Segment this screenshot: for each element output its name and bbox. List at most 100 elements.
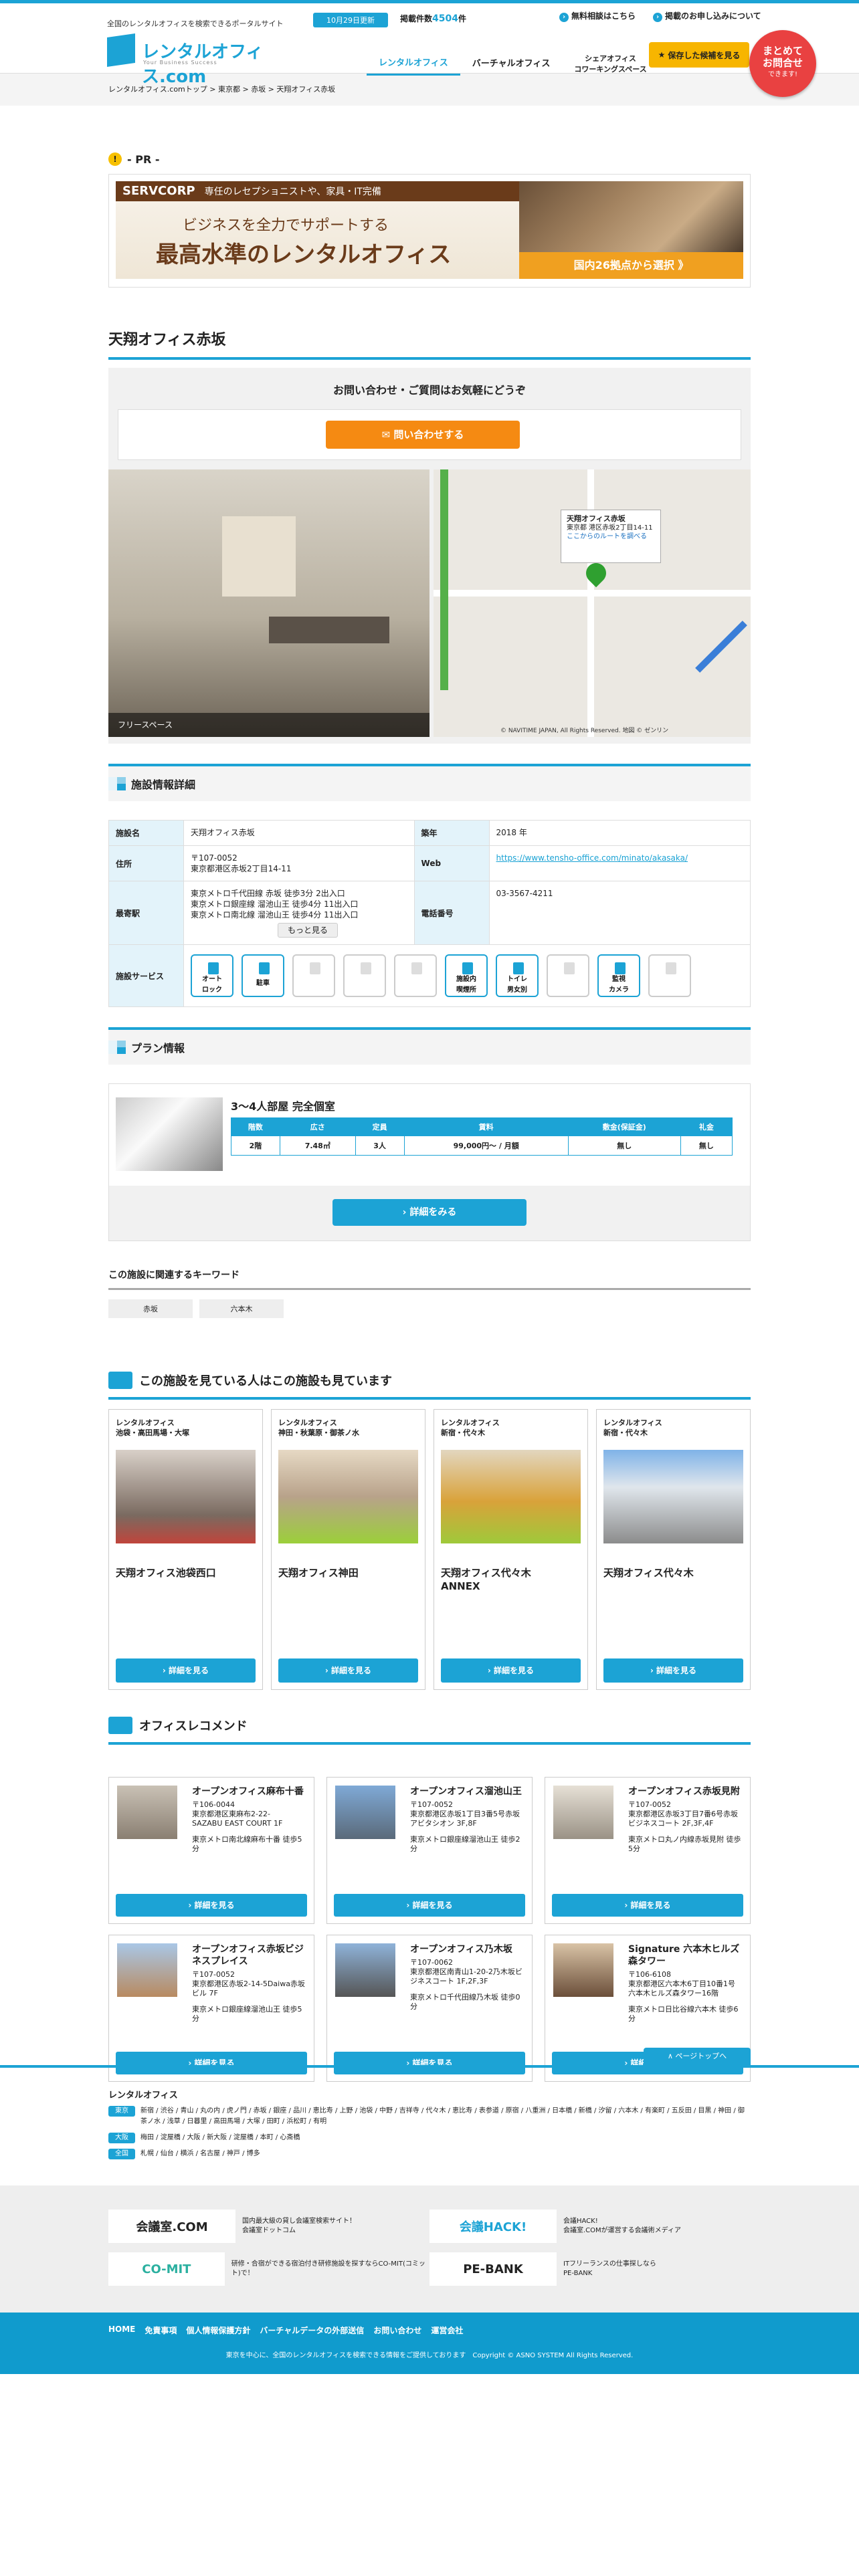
banner-cta[interactable]: 国内26拠点から選択 》 bbox=[519, 252, 743, 279]
partner-banner[interactable]: 会議室.COM 国内最大級の貸し会議室検索サイト！ 会議室ドットコム bbox=[108, 2210, 430, 2243]
keyword-chip[interactable]: 赤坂 bbox=[108, 1299, 193, 1318]
td-web: https://www.tensho-office.com/minato/aka… bbox=[488, 845, 751, 881]
footer-areas: レンタルオフィス 東京 新宿 / 渋谷 / 青山 / 丸の内 / 虎ノ門 / 赤坂… bbox=[108, 2068, 751, 2159]
smoking-room-icon: 施設内 喫煙所 bbox=[445, 954, 488, 997]
partner-text: 会議HACK! 会議室.COMが運営する会議術メディア bbox=[563, 2218, 681, 2234]
top-links: 無料相談はこちら 掲載のお申し込みについて bbox=[559, 10, 761, 22]
also-title: この施設を見ている人はこの施設も見ています bbox=[139, 1374, 392, 1388]
plan-detail-button[interactable]: › 詳細をみる bbox=[332, 1199, 527, 1226]
footer-nav: HOME 免責事項 個人情報保護方針 バーチャルデータの外部送信 お問い合わせ 運営会社 … bbox=[0, 2313, 859, 2374]
rec-station: 東京メトロ丸ノ内線赤坂見附 徒歩5分 bbox=[628, 1835, 741, 1853]
recommend-card[interactable]: オープンオフィス麻布十番 〒106-0044 東京都港区東麻布2-22- SAZAB… bbox=[108, 1777, 314, 1924]
map-addr: 東京都 港区赤坂2丁目14-11 bbox=[567, 524, 653, 532]
nav-rental-office[interactable]: レンタルオフィス bbox=[367, 53, 460, 76]
td-services: オート ロック 駐車 施設内 喫煙所 トイレ 男女別 監視 カメラ bbox=[183, 944, 751, 1007]
recommend-grid: オープンオフィス麻布十番 〒106-0044 東京都港区東麻布2-22- SAZAB… bbox=[108, 1777, 751, 2082]
inquiry-button[interactable]: ✉ 問い合わせする bbox=[326, 421, 520, 449]
bulk-inquiry-button[interactable]: まとめて お問合せ できます! bbox=[749, 30, 816, 97]
partner-text: 研修・合宿ができる宿泊付き研修施設を探すならCO-MIT(コミット)で！ bbox=[231, 2260, 425, 2277]
facility-photo[interactable]: フリースペース bbox=[108, 469, 430, 737]
card-detail-button[interactable]: › 詳細を見る bbox=[116, 1658, 256, 1683]
map-route-link[interactable]: ここからのルートを調べる bbox=[567, 532, 655, 541]
breadcrumb[interactable]: レンタルオフィス.comトップ > 東京都 > 赤坂 > 天翔オフィス赤坂 bbox=[108, 74, 751, 106]
facility-card[interactable]: レンタルオフィス 新宿・代々木 天翔オフィス代々木 ANNEX › 詳細を見る bbox=[434, 1409, 588, 1690]
plan-foot: › 詳細をみる bbox=[109, 1186, 750, 1241]
partner-banner[interactable]: CO-MIT 研修・合宿ができる宿泊付き研修施設を探すならCO-MIT(コミット)… bbox=[108, 2252, 430, 2286]
facility-card[interactable]: レンタルオフィス 新宿・代々木 天翔オフィス代々木 › 詳細を見る bbox=[596, 1409, 751, 1690]
recommend-card[interactable]: オープンオフィス赤坂見附 〒107-0052 東京都港区赤坂3丁目7番6号赤坂ビジネ… bbox=[545, 1777, 751, 1924]
chevron-right-icon: › bbox=[324, 1666, 332, 1675]
partner-text: 国内最大級の貸し会議室検索サイト！ 会議室ドットコム bbox=[242, 2218, 356, 2234]
rec-name: オープンオフィス赤坂見附 bbox=[628, 1786, 740, 1797]
partner-banner[interactable]: 会議HACK! 会議HACK! 会議室.COMが運営する会議術メディア bbox=[430, 2210, 751, 2243]
servcorp-banner[interactable]: SERVCORP 専任のレセプショニストや、家具・IT完備 ビジネスを全力でサポー… bbox=[116, 181, 743, 279]
bulk-inquiry-sub: できます! bbox=[767, 71, 797, 78]
card-name: 天翔オフィス代々木 bbox=[603, 1567, 694, 1579]
web-link[interactable]: https://www.tensho-office.com/minato/aka… bbox=[496, 853, 688, 863]
rec-station: 東京メトロ銀座線溜池山王 徒歩5分 bbox=[192, 2005, 302, 2023]
camera-icon: 監視 カメラ bbox=[597, 954, 640, 997]
facility-card[interactable]: レンタルオフィス 神田・秋葉原・御茶ノ水 天翔オフィス神田 › 詳細を見る bbox=[271, 1409, 425, 1690]
plan-head: 敷金(保証金) bbox=[567, 1117, 681, 1136]
footer-link[interactable]: 個人情報保護方針 bbox=[186, 2325, 250, 2336]
region-badge: 東京 bbox=[108, 2106, 135, 2117]
service-off-icon bbox=[394, 954, 437, 997]
td-year: 2018 年 bbox=[488, 820, 751, 846]
plan-info: 3〜4人部屋 完全個室 階数 広さ 定員 賃料 敷金(保証金) 礼金 2階 7.48㎡ 3人 9… bbox=[231, 1097, 733, 1171]
rec-detail-button[interactable]: › 詳細を見る bbox=[116, 1894, 307, 1917]
plan-val: 3人 bbox=[355, 1136, 405, 1156]
area-links[interactable]: 梅田 / 淀屋橋 / 大阪 / 新大阪 / 淀屋橋 / 本町 / 心斎橋 bbox=[140, 2133, 300, 2143]
recommend-card[interactable]: オープンオフィス乃木坂 〒107-0062 東京都港区南青山1-20-2乃木坂ビジネ… bbox=[326, 1935, 533, 2082]
rec-detail-button[interactable]: › 詳細を見る bbox=[334, 1894, 525, 1917]
footer-link[interactable]: お問い合わせ bbox=[373, 2325, 421, 2336]
consult-link[interactable]: 無料相談はこちら bbox=[559, 10, 636, 22]
inquiry-panel: お問い合わせ・ご質問はお気軽にどうぞ ✉ 問い合わせする bbox=[108, 368, 751, 469]
map-name: 天翔オフィス赤坂 bbox=[567, 514, 626, 523]
card-photo bbox=[278, 1450, 418, 1543]
area-links[interactable]: 新宿 / 渋谷 / 青山 / 丸の内 / 虎ノ門 / 赤坂 / 銀座 / 品川 … bbox=[140, 2106, 751, 2127]
card-photo bbox=[603, 1450, 743, 1543]
footer-link-home[interactable]: HOME bbox=[108, 2325, 135, 2336]
rec-addr: 〒107-0062 東京都港区南青山1-20-2乃木坂ビジネスコート 1F,2F,… bbox=[410, 1958, 522, 1985]
pr-box: SERVCORP 専任のレセプショニストや、家具・IT完備 ビジネスを全力でサポー… bbox=[108, 174, 751, 288]
more-button[interactable]: もっと見る bbox=[278, 923, 339, 938]
card-area: レンタルオフィス 神田・秋葉原・御茶ノ水 bbox=[278, 1418, 359, 1437]
card-photo bbox=[116, 1450, 256, 1543]
footer-link[interactable]: バーチャルデータの外部送信 bbox=[260, 2325, 364, 2336]
keyword-chip[interactable]: 六本木 bbox=[199, 1299, 284, 1318]
partner-banner[interactable]: PE-BANK ITフリーランスの仕事探しなら PE-BANK bbox=[430, 2252, 751, 2286]
star-icon: ★ bbox=[658, 50, 666, 60]
rec-photo bbox=[117, 1786, 177, 1839]
plan-val: 無し bbox=[680, 1136, 733, 1156]
partner-logo: 会議室.COM bbox=[108, 2210, 235, 2243]
recommend-card[interactable]: オープンオフィス溜池山王 〒107-0052 東京都港区赤坂1丁目3番5号赤坂アビタ… bbox=[326, 1777, 533, 1924]
site-logo[interactable]: レンタルオフィス.com Your Business Success bbox=[107, 33, 268, 87]
map[interactable]: 天翔オフィス赤坂 東京都 港区赤坂2丁目14-11 ここからのルートを調べる © N… bbox=[434, 469, 751, 737]
nav-virtual-office[interactable]: バーチャルオフィス bbox=[460, 53, 563, 76]
plan-heading: プラン情報 bbox=[108, 1027, 751, 1065]
inquiry-title: お問い合わせ・ご質問はお気軽にどうぞ bbox=[332, 384, 526, 397]
facility-card[interactable]: レンタルオフィス 池袋・高田馬場・大塚 天翔オフィス池袋西口 › 詳細を見る bbox=[108, 1409, 263, 1690]
area-links[interactable]: 札幌 / 仙台 / 横浜 / 名古屋 / 神戸 / 博多 bbox=[140, 2149, 260, 2159]
card-name: 天翔オフィス代々木 ANNEX bbox=[441, 1567, 531, 1592]
td-station: 東京メトロ千代田線 赤坂 徒歩3分 2出入口 東京メトロ銀座線 溜池山王 徒歩4分… bbox=[183, 881, 415, 945]
page-top-button[interactable]: ∧ ページトップへ bbox=[644, 2048, 751, 2065]
rec-detail-button[interactable]: › 詳細を見る bbox=[552, 1894, 743, 1917]
card-detail-button[interactable]: › 詳細を見る bbox=[278, 1658, 418, 1683]
th-web: Web bbox=[413, 845, 490, 881]
card-detail-button[interactable]: › 詳細を見る bbox=[441, 1658, 581, 1683]
rec-addr: 〒107-0052 東京都港区赤坂2-14-5Daiwa赤坂ビル 7F bbox=[192, 1970, 305, 1998]
nav-share-office[interactable]: シェアオフィス コワーキングスペース bbox=[562, 53, 658, 76]
parking-icon: 駐車 bbox=[242, 954, 284, 997]
recommend-card[interactable]: オープンオフィス赤坂ビジネスプレイス 〒107-0052 東京都港区赤坂2-14-5… bbox=[108, 1935, 314, 2082]
plan-head: 階数 bbox=[231, 1117, 280, 1136]
th-name: 施設名 bbox=[108, 820, 184, 846]
card-area: レンタルオフィス 池袋・高田馬場・大塚 bbox=[116, 1418, 189, 1437]
footer-link[interactable]: 免責事項 bbox=[145, 2325, 177, 2336]
listing-apply-link[interactable]: 掲載のお申し込みについて bbox=[653, 10, 761, 22]
keywords: 赤坂 六本木 bbox=[108, 1299, 751, 1318]
card-detail-button[interactable]: › 詳細を見る bbox=[603, 1658, 743, 1683]
rec-station: 東京メトロ千代田線乃木坂 徒歩0分 bbox=[410, 1993, 520, 2011]
footer-link[interactable]: 運営会社 bbox=[431, 2325, 463, 2336]
saved-candidates-button[interactable]: ★ 保存した候補を見る bbox=[649, 42, 749, 68]
